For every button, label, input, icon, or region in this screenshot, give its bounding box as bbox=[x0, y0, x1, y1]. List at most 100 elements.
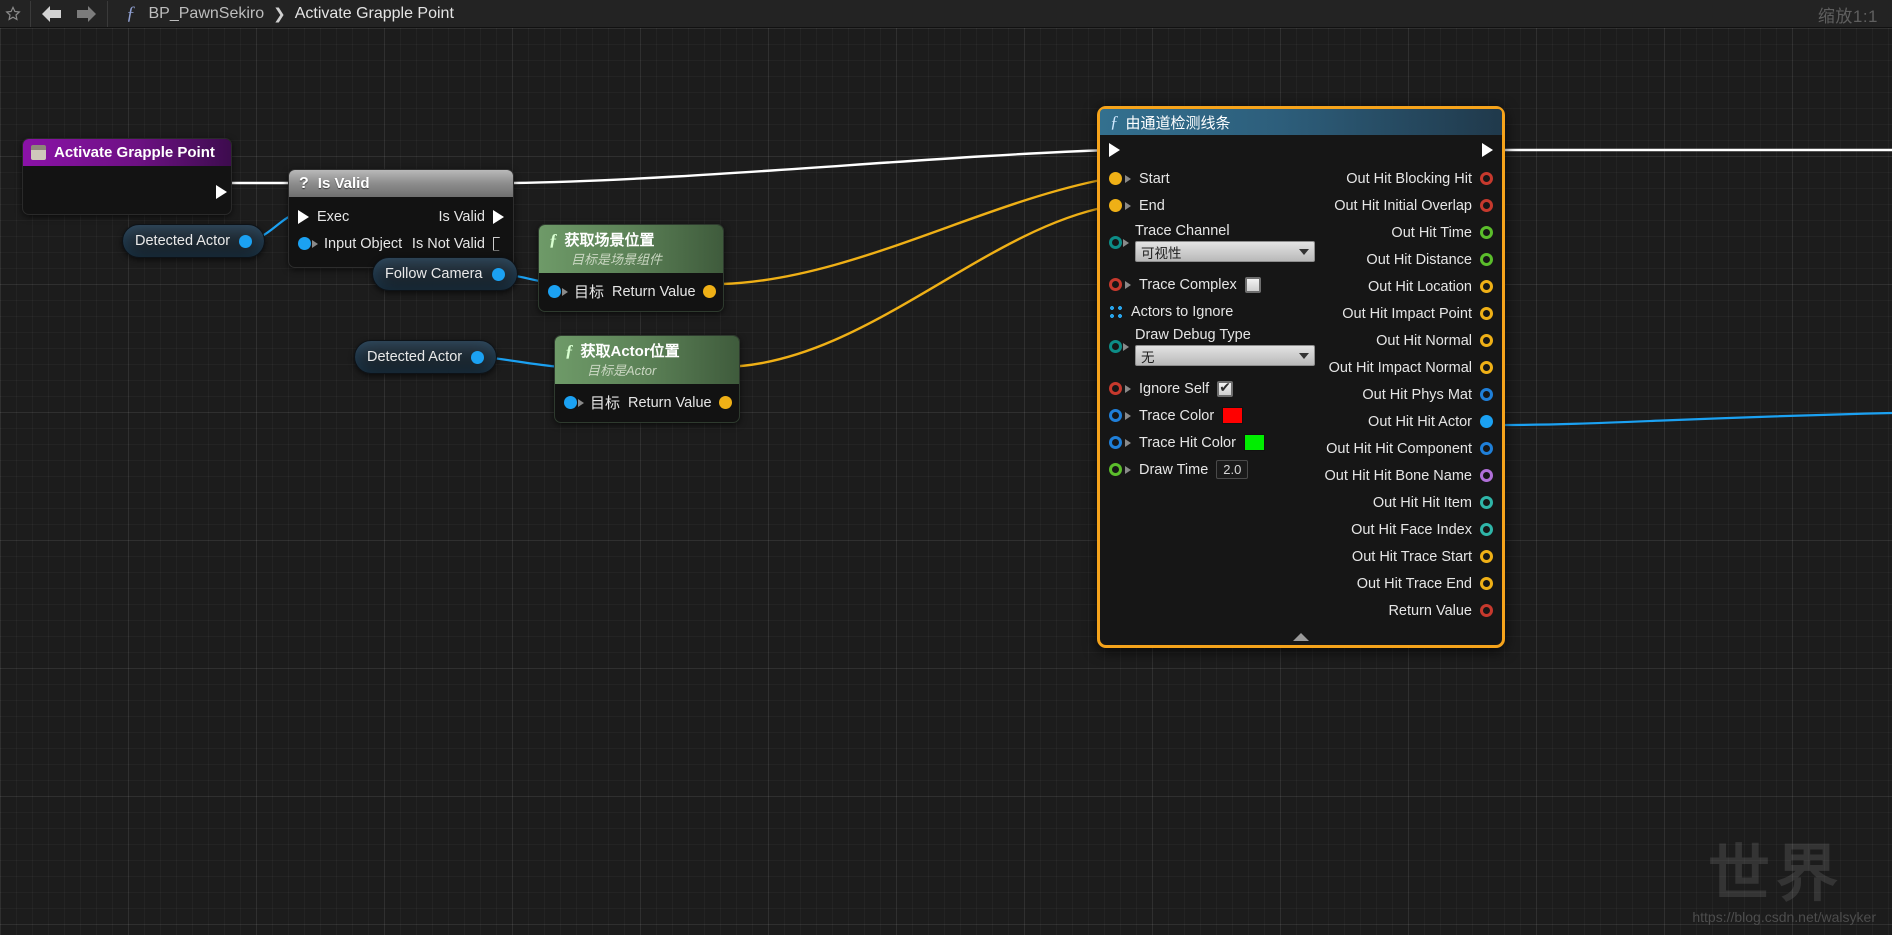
vector-out-pin[interactable] bbox=[1480, 361, 1493, 374]
bool-in-pin[interactable] bbox=[1109, 382, 1122, 395]
pin-label: Out Hit Blocking Hit bbox=[1346, 170, 1472, 187]
object-out-pin-connected[interactable] bbox=[1480, 415, 1493, 428]
vector-out-pin[interactable] bbox=[718, 396, 732, 409]
field-label: Trace Color bbox=[1139, 407, 1215, 424]
pin-arrow-icon bbox=[1125, 201, 1131, 210]
pin-row-output: Return Value bbox=[1297, 597, 1502, 624]
pin-row-output: Out Hit Blocking Hit bbox=[1297, 165, 1502, 192]
linearcolor-in-pin[interactable] bbox=[1109, 436, 1122, 449]
pin-arrow-icon bbox=[312, 239, 318, 248]
breadcrumb-root[interactable]: BP_PawnSekiro bbox=[149, 5, 265, 23]
draw-debug-type-dropdown[interactable]: 无 bbox=[1135, 345, 1315, 366]
int-out-pin[interactable] bbox=[1480, 496, 1493, 509]
node-header: ? Is Valid bbox=[289, 170, 513, 197]
float-in-pin[interactable] bbox=[1109, 463, 1122, 476]
pin-row-exec-in bbox=[1100, 135, 1330, 165]
pin-row-trace-color: Trace Color bbox=[1100, 402, 1330, 429]
zoom-level-indicator: 缩放1:1 bbox=[1817, 7, 1878, 26]
exec-out-pin-hollow[interactable] bbox=[493, 237, 504, 251]
blueprint-graph-canvas[interactable]: Activate Grapple Point Detected Actor ? … bbox=[0, 28, 1892, 935]
object-in-pin[interactable] bbox=[564, 396, 577, 409]
enum-in-pin[interactable] bbox=[1109, 236, 1122, 249]
ignore-self-checkbox[interactable] bbox=[1217, 379, 1234, 397]
node-follow-camera[interactable]: Follow Camera bbox=[372, 257, 518, 291]
object-out-pin[interactable] bbox=[471, 350, 485, 364]
arrow-right-icon[interactable] bbox=[69, 1, 103, 27]
exec-in-pin[interactable] bbox=[1109, 143, 1120, 157]
node-line-trace-by-channel[interactable]: ƒ 由通道检测线条 Start End Trace Channel 可视性 Tr… bbox=[1097, 106, 1505, 648]
exec-out-pin[interactable] bbox=[493, 209, 504, 224]
vector-in-pin[interactable] bbox=[1109, 172, 1122, 185]
pin-row-draw-time: Draw Time 2.0 bbox=[1100, 456, 1330, 483]
object-out-pin[interactable] bbox=[1480, 442, 1493, 455]
linearcolor-in-pin[interactable] bbox=[1109, 409, 1122, 422]
bool-out-pin[interactable] bbox=[1480, 604, 1493, 617]
bool-in-pin[interactable] bbox=[1109, 278, 1122, 291]
exec-out-pin[interactable] bbox=[1482, 143, 1493, 157]
exec-in-pin[interactable] bbox=[298, 209, 309, 224]
trace-channel-dropdown[interactable]: 可视性 bbox=[1135, 241, 1315, 262]
pin-row-draw-debug-type: Draw Debug Type 无 bbox=[1100, 325, 1330, 366]
object-out-pin[interactable] bbox=[239, 234, 253, 248]
field-label: Trace Hit Color bbox=[1139, 434, 1236, 451]
float-out-pin[interactable] bbox=[1480, 226, 1493, 239]
pin-row-output: Out Hit Initial Overlap bbox=[1297, 192, 1502, 219]
collapse-arrow-icon[interactable] bbox=[1293, 633, 1309, 641]
pin-row-output: Out Hit Distance bbox=[1297, 246, 1502, 273]
pin-row-actors-to-ignore: Actors to Ignore bbox=[1100, 298, 1330, 325]
trace-hit-color-swatch[interactable] bbox=[1243, 434, 1265, 451]
star-icon[interactable] bbox=[0, 1, 26, 27]
draw-time-input[interactable]: 2.0 bbox=[1216, 460, 1249, 479]
pin-row-output: Out Hit Hit Item bbox=[1297, 489, 1502, 516]
vector-out-pin[interactable] bbox=[702, 285, 716, 298]
enum-in-pin[interactable] bbox=[1109, 340, 1122, 353]
node-detected-actor-top[interactable]: Detected Actor bbox=[122, 224, 266, 258]
array-in-pin[interactable] bbox=[1109, 304, 1123, 319]
node-get-actor-location[interactable]: ƒ 获取Actor位置 目标是Actor 目标 Return Value bbox=[554, 335, 740, 423]
object-in-pin[interactable] bbox=[548, 285, 561, 298]
pin-arrow-icon bbox=[578, 398, 584, 407]
pin-label: Is Valid bbox=[438, 208, 485, 225]
vector-out-pin[interactable] bbox=[1480, 307, 1493, 320]
vector-out-pin[interactable] bbox=[1480, 577, 1493, 590]
pin-label: Out Hit Impact Point bbox=[1342, 305, 1472, 322]
breadcrumb-current[interactable]: Activate Grapple Point bbox=[295, 5, 454, 23]
bool-out-pin[interactable] bbox=[1480, 172, 1493, 185]
field-label: Draw Time bbox=[1139, 461, 1209, 478]
node-is-valid[interactable]: ? Is Valid Exec Is Valid Input Object Is… bbox=[288, 169, 514, 268]
object-out-pin[interactable] bbox=[491, 267, 505, 281]
pin-row-output: Out Hit Normal bbox=[1297, 327, 1502, 354]
output-pin-column: Out Hit Blocking Hit Out Hit Initial Over… bbox=[1297, 135, 1502, 624]
int-out-pin[interactable] bbox=[1480, 523, 1493, 536]
float-out-pin[interactable] bbox=[1480, 253, 1493, 266]
exec-out-pin[interactable] bbox=[216, 184, 227, 199]
bool-out-pin[interactable] bbox=[1480, 199, 1493, 212]
wire-layer bbox=[232, 148, 1892, 427]
pin-row-start: Start bbox=[1100, 165, 1330, 192]
pin-label: Out Hit Phys Mat bbox=[1362, 386, 1472, 403]
vector-out-pin[interactable] bbox=[1480, 280, 1493, 293]
node-get-world-location[interactable]: ƒ 获取场景位置 目标是场景组件 目标 Return Value bbox=[538, 224, 724, 312]
vector-out-pin[interactable] bbox=[1480, 334, 1493, 347]
object-in-pin[interactable] bbox=[298, 237, 311, 250]
vector-in-pin[interactable] bbox=[1109, 199, 1122, 212]
pin-label: Out Hit Hit Item bbox=[1372, 494, 1472, 511]
node-activate-grapple-point[interactable]: Activate Grapple Point bbox=[22, 138, 232, 215]
vector-out-pin[interactable] bbox=[1480, 550, 1493, 563]
editor-toolbar: ƒ BP_PawnSekiro ❯ Activate Grapple Point… bbox=[0, 0, 1892, 28]
arrow-left-icon[interactable] bbox=[35, 1, 69, 27]
pin-arrow-icon bbox=[1125, 280, 1131, 289]
pin-label: Out Hit Location bbox=[1368, 278, 1472, 295]
pin-label: Is Not Valid bbox=[411, 235, 485, 252]
name-out-pin[interactable] bbox=[1480, 469, 1493, 482]
pin-arrow-icon bbox=[1125, 174, 1131, 183]
node-header: ƒ 获取Actor位置 目标是Actor bbox=[555, 336, 739, 384]
toolbar-divider bbox=[30, 0, 31, 27]
function-fx-icon: ƒ bbox=[126, 2, 136, 24]
trace-complex-checkbox[interactable] bbox=[1244, 276, 1261, 293]
pin-label: Out Hit Impact Normal bbox=[1328, 359, 1472, 376]
object-out-pin[interactable] bbox=[1480, 388, 1493, 401]
trace-color-swatch[interactable] bbox=[1222, 407, 1244, 424]
pin-row-trace-complex: Trace Complex bbox=[1100, 271, 1330, 298]
node-detected-actor-bottom[interactable]: Detected Actor bbox=[354, 340, 498, 374]
